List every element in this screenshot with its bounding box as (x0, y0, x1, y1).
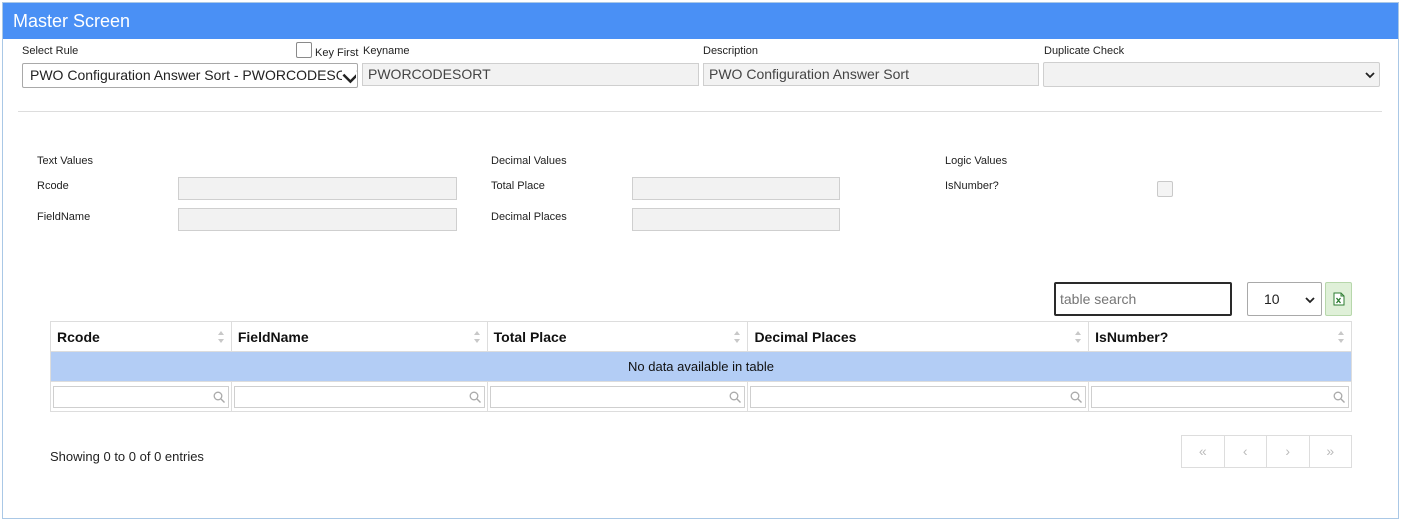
next-page-button[interactable]: › (1267, 436, 1310, 467)
logic-values-heading: Logic Values (945, 155, 1008, 167)
description-field[interactable]: PWO Configuration Answer Sort (703, 63, 1039, 86)
isnumber-checkbox[interactable] (1157, 181, 1173, 197)
keyname-label: Keyname (363, 45, 410, 57)
chevron-down-icon (1365, 72, 1375, 79)
excel-export-button[interactable] (1325, 282, 1352, 316)
description-label: Description (703, 45, 759, 57)
first-page-button[interactable]: « (1182, 436, 1225, 467)
sort-icon (217, 331, 224, 343)
decimal-places-input[interactable] (632, 208, 840, 231)
empty-table-message: No data available in table (50, 351, 1352, 382)
magnifier-icon (469, 391, 481, 403)
text-values-heading: Text Values (37, 155, 94, 167)
column-header-rcode[interactable]: Rcode (50, 321, 232, 352)
decimal-values-heading: Decimal Values (491, 155, 567, 167)
sort-icon (473, 331, 480, 343)
table-info: Showing 0 to 0 of 0 entries (50, 449, 204, 464)
excel-export-icon (1333, 292, 1345, 306)
column-header-fieldname[interactable]: FieldName (230, 321, 488, 352)
magnifier-icon (1333, 391, 1345, 403)
select-rule-label: Select Rule (22, 45, 79, 57)
chevron-down-icon (342, 66, 356, 86)
panel-title: Master Screen (3, 3, 1398, 39)
section-divider (18, 111, 1382, 112)
key-first-label: Key First (315, 47, 359, 59)
column-header-isnumber[interactable]: IsNumber? (1088, 321, 1352, 352)
sort-icon (734, 331, 741, 343)
total-place-label: Total Place (491, 180, 545, 192)
magnifier-icon (1070, 391, 1083, 403)
filter-input-decimal-places[interactable] (750, 385, 1087, 408)
duplicate-check-dropdown[interactable] (1043, 62, 1380, 87)
fieldname-input[interactable] (178, 208, 457, 231)
page-length-select[interactable]: 10 (1247, 282, 1322, 316)
rcode-label: Rcode (37, 180, 69, 192)
total-place-input[interactable] (632, 177, 840, 200)
magnifier-icon (729, 391, 742, 403)
last-page-button[interactable]: » (1310, 436, 1352, 467)
empty-row: No data available in table (50, 351, 1352, 382)
column-filter-row (50, 381, 1352, 412)
sort-icon (1075, 331, 1082, 343)
page-length-value: 10 (1264, 291, 1280, 307)
filter-input-rcode[interactable] (53, 385, 229, 408)
rcode-input[interactable] (178, 177, 457, 200)
pagination: « ‹ › » (1181, 435, 1352, 468)
filter-input-fieldname[interactable] (233, 385, 485, 408)
magnifier-icon (213, 391, 225, 403)
select-rule-value: PWO Configuration Answer Sort - PWORCODE… (30, 67, 358, 83)
column-header-total-place[interactable]: Total Place (486, 321, 749, 352)
filter-input-isnumber[interactable] (1091, 385, 1349, 408)
duplicate-check-label: Duplicate Check (1044, 45, 1125, 57)
key-first-checkbox[interactable] (296, 42, 312, 58)
sort-icon (1338, 331, 1344, 343)
filter-input-total-place[interactable] (489, 385, 746, 408)
decimal-places-label: Decimal Places (491, 211, 567, 223)
select-rule-dropdown[interactable]: PWO Configuration Answer Sort - PWORCODE… (22, 63, 358, 88)
table-header-row: Rcode FieldName Total Place Decimal Plac… (50, 321, 1352, 352)
isnumber-label: IsNumber? (945, 180, 999, 192)
keyname-field[interactable]: PWORCODESORT (362, 63, 699, 86)
column-header-decimal-places[interactable]: Decimal Places (747, 321, 1090, 352)
data-table: Rcode FieldName Total Place Decimal Plac… (50, 321, 1352, 412)
fieldname-label: FieldName (37, 211, 91, 223)
table-search-input[interactable] (1054, 282, 1232, 316)
chevron-down-icon (1305, 297, 1315, 304)
previous-page-button[interactable]: ‹ (1225, 436, 1267, 467)
